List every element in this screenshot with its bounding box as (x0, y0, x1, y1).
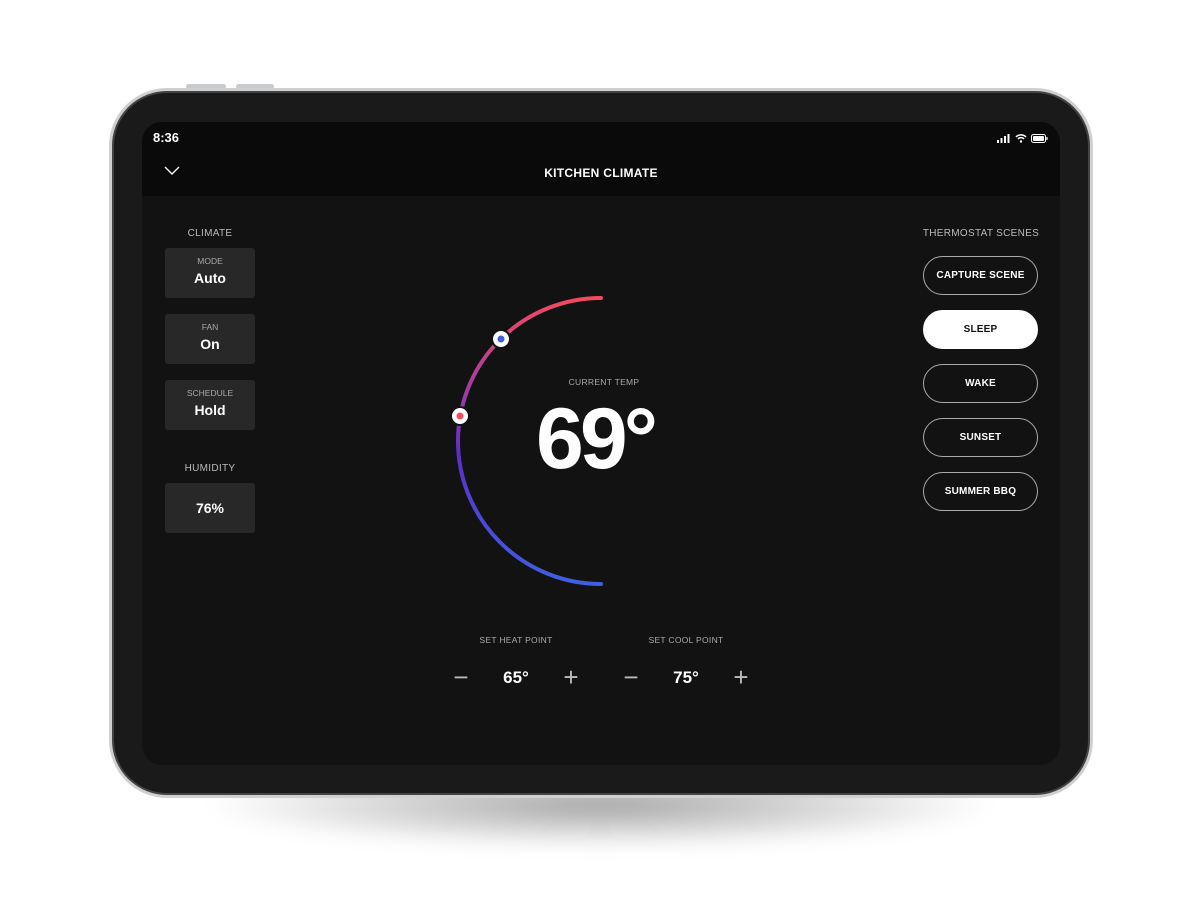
status-time: 8:36 (153, 130, 180, 145)
cool-point-stepper: − 75° + (616, 662, 756, 693)
top-bar: 8:36 KITCHEN CLIMATE (142, 122, 1060, 196)
wifi-icon (1015, 134, 1027, 143)
schedule-card[interactable]: SCHEDULE Hold (165, 380, 255, 430)
humidity-card: 76% (165, 483, 255, 533)
scenes-heading: THERMOSTAT SCENES (922, 228, 1040, 239)
heat-point-value: 65° (503, 667, 529, 687)
humidity-heading: HUMIDITY (184, 463, 236, 474)
card-value: Auto (194, 270, 226, 286)
screen: 8:36 KITCHEN CLIMATE CLIMATE MODE Auto FA… (142, 122, 1060, 765)
heat-point-label: SET HEAT POINT (479, 635, 553, 645)
battery-icon (1031, 134, 1048, 143)
cool-point-value: 75° (673, 667, 699, 687)
card-label: MODE (197, 256, 223, 266)
card-label: FAN (201, 322, 219, 332)
cool-point-handle[interactable] (491, 329, 511, 349)
heat-point-handle[interactable] (450, 406, 470, 426)
cool-point-label: SET COOL POINT (648, 635, 724, 645)
scene-sleep-button[interactable]: SLEEP (923, 310, 1038, 349)
page-title: KITCHEN CLIMATE (544, 166, 658, 180)
minus-icon[interactable]: − (446, 662, 476, 693)
scene-summer-bbq-button[interactable]: SUMMER BBQ (923, 472, 1038, 511)
plus-icon[interactable]: + (556, 662, 586, 693)
scene-wake-button[interactable]: WAKE (923, 364, 1038, 403)
current-temp-label: CURRENT TEMP (568, 377, 640, 387)
mode-card[interactable]: MODE Auto (165, 248, 255, 298)
scene-sunset-button[interactable]: SUNSET (923, 418, 1038, 457)
card-label: SCHEDULE (186, 388, 234, 398)
plus-icon[interactable]: + (726, 662, 756, 693)
climate-heading: CLIMATE (187, 228, 233, 239)
scene-capture-button[interactable]: CAPTURE SCENE (923, 256, 1038, 295)
heat-point-stepper: − 65° + (446, 662, 586, 693)
signal-icon (997, 134, 1010, 143)
fan-card[interactable]: FAN On (165, 314, 255, 364)
minus-icon[interactable]: − (616, 662, 646, 693)
card-value: Hold (194, 402, 226, 418)
humidity-value: 76% (195, 500, 225, 516)
card-value: On (200, 336, 220, 352)
current-temp-value: 69° (536, 391, 658, 487)
